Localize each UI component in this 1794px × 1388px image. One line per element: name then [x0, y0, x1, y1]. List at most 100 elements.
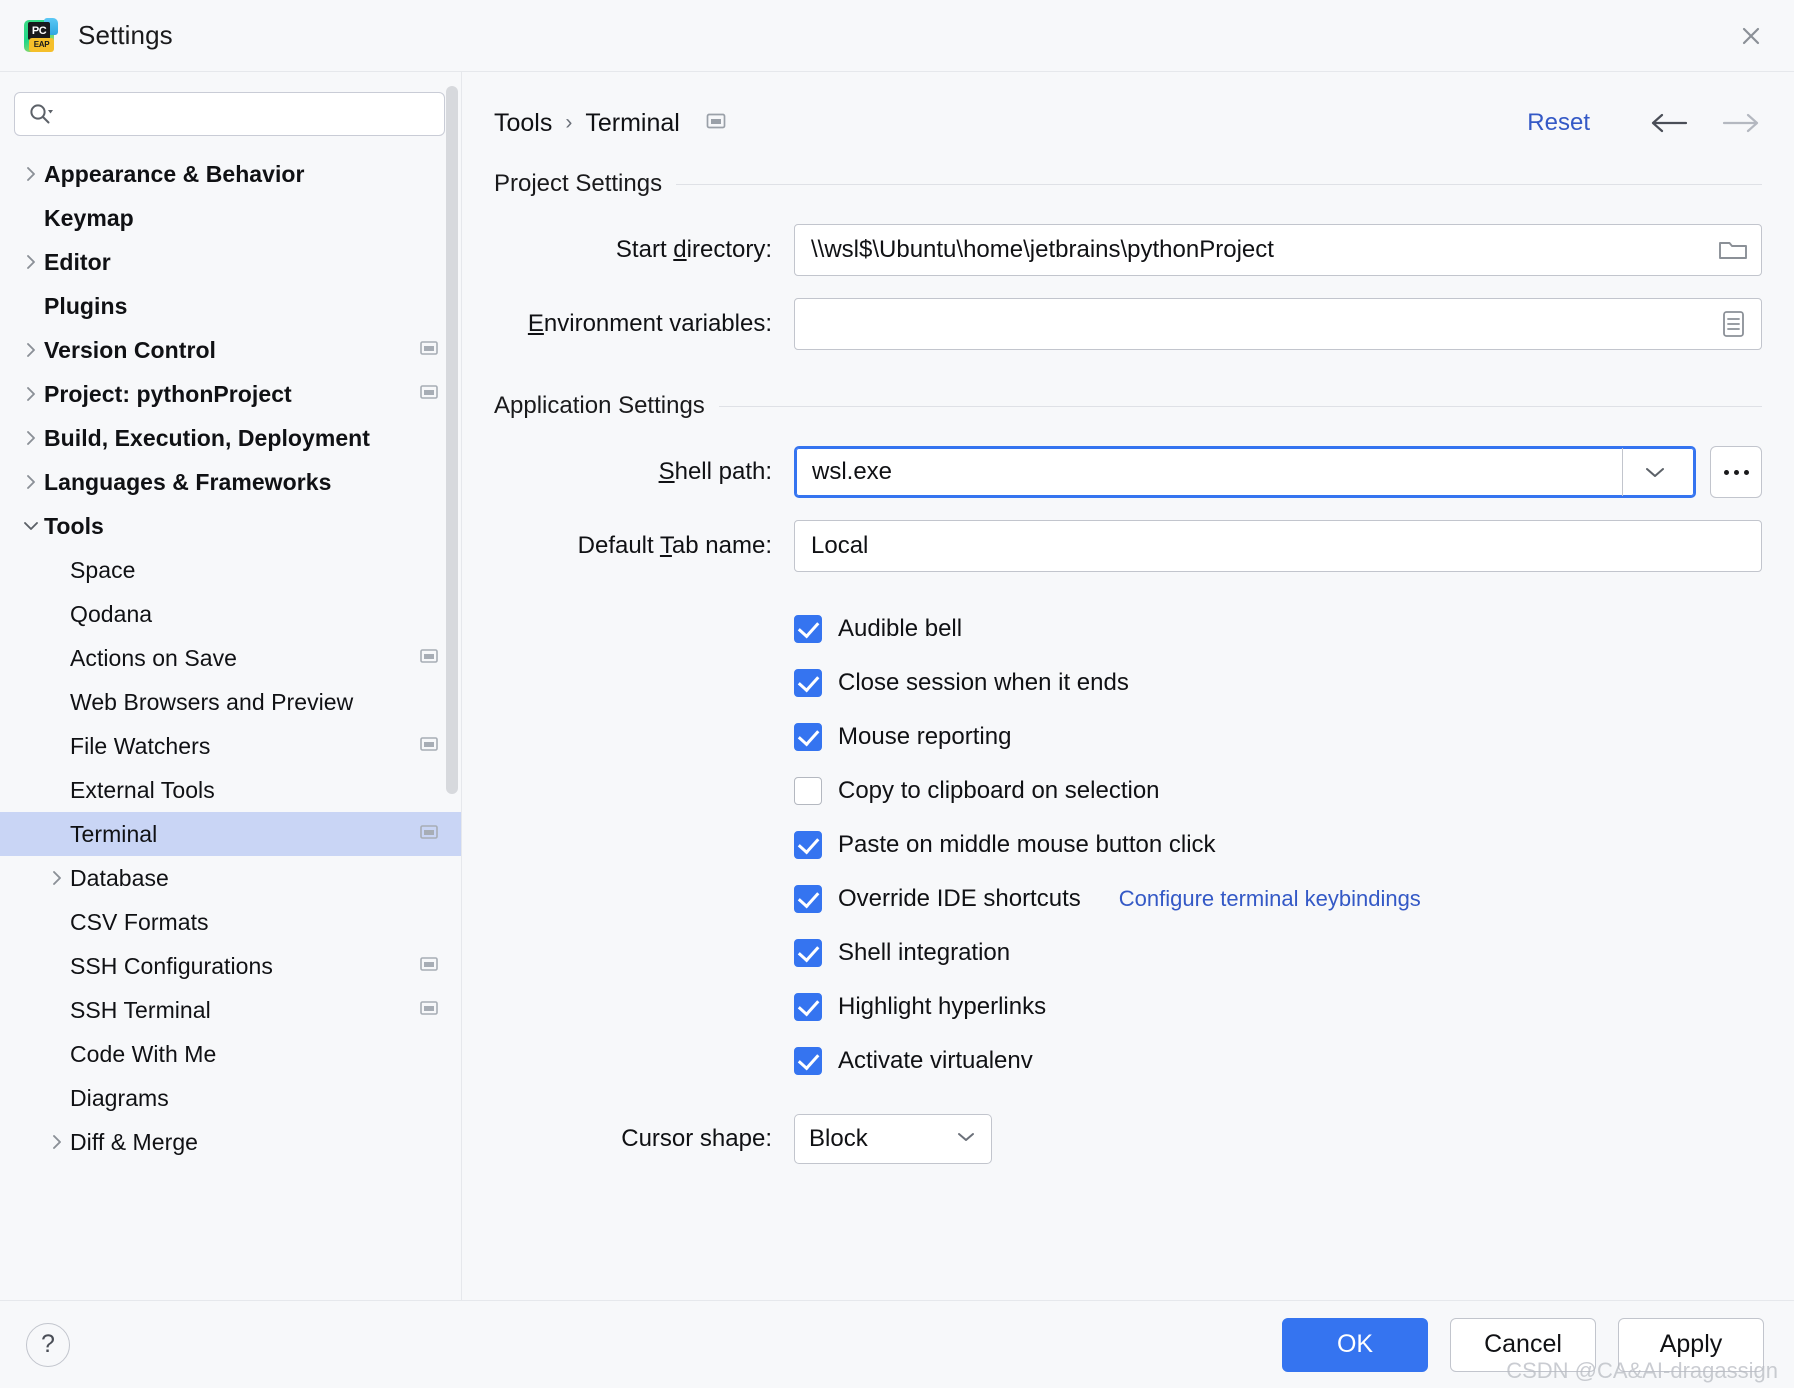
chevron-right-icon[interactable]: [18, 472, 44, 492]
checkbox-label[interactable]: Highlight hyperlinks: [838, 993, 1046, 1021]
sidebar-item-ssh-terminal[interactable]: SSH Terminal: [0, 988, 461, 1032]
checkbox-label[interactable]: Shell integration: [838, 939, 1010, 967]
cursor-shape-select[interactable]: Block: [794, 1114, 992, 1164]
sidebar-item-terminal[interactable]: Terminal: [0, 812, 461, 856]
chevron-right-icon[interactable]: [18, 384, 44, 404]
shell-path-input[interactable]: wsl.exe: [794, 446, 1696, 498]
sidebar-item-web-browsers-and-preview[interactable]: Web Browsers and Preview: [0, 680, 461, 724]
help-icon[interactable]: ?: [26, 1322, 70, 1367]
default-tab-name-input[interactable]: Local: [794, 520, 1762, 572]
settings-tree[interactable]: Appearance & Behavior Keymap Editor Plugins…: [0, 148, 461, 1300]
checkbox-label[interactable]: Close session when it ends: [838, 669, 1129, 697]
chevron-right-icon[interactable]: [18, 340, 44, 360]
checkbox-label[interactable]: Mouse reporting: [838, 723, 1011, 751]
start-directory-input[interactable]: \\wsl$\Ubuntu\home\jetbrains\pythonProje…: [794, 224, 1762, 276]
dialog-body: Appearance & Behavior Keymap Editor Plugins…: [0, 72, 1794, 1300]
environment-variables-input[interactable]: [794, 298, 1762, 350]
sidebar-item-diff-merge[interactable]: Diff & Merge: [0, 1120, 461, 1164]
checkbox-copy-to-clipboard-on-selection[interactable]: [794, 777, 822, 805]
chevron-right-icon[interactable]: [18, 252, 44, 272]
arrow-right-icon[interactable]: [1720, 110, 1762, 136]
checkbox-close-session-when-it-ends[interactable]: [794, 669, 822, 697]
breadcrumb-separator: ›: [565, 111, 573, 134]
chevron-right-icon[interactable]: [18, 164, 44, 184]
sidebar-item-languages-frameworks[interactable]: Languages & Frameworks: [0, 460, 461, 504]
sidebar-item-label: SSH Configurations: [70, 952, 273, 979]
sidebar-item-appearance-behavior[interactable]: Appearance & Behavior: [0, 152, 461, 196]
sidebar-item-space[interactable]: Space: [0, 548, 461, 592]
breadcrumb-item-tools[interactable]: Tools: [494, 109, 552, 138]
project-scope-icon: [419, 646, 439, 671]
checkbox-activate-virtualenv[interactable]: [794, 1047, 822, 1075]
checkbox-row: Close session when it ends: [494, 656, 1762, 710]
checkbox-label[interactable]: Copy to clipboard on selection: [838, 777, 1160, 805]
sidebar-item-code-with-me[interactable]: Code With Me: [0, 1032, 461, 1076]
checkbox-override-ide-shortcuts[interactable]: [794, 885, 822, 913]
dialog-footer: ? OK Cancel Apply CSDN @CA&AI-dragassign: [0, 1300, 1794, 1388]
chevron-right-icon[interactable]: [44, 1132, 70, 1152]
search-input[interactable]: [14, 92, 445, 136]
sidebar-item-label: Version Control: [44, 336, 216, 363]
sidebar-item-plugins[interactable]: Plugins: [0, 284, 461, 328]
sidebar-item-project-pythonproject[interactable]: Project: pythonProject: [0, 372, 461, 416]
sidebar-item-label: Appearance & Behavior: [44, 160, 305, 187]
sidebar-item-database[interactable]: Database: [0, 856, 461, 900]
breadcrumb: Tools › Terminal: [494, 109, 727, 138]
sidebar-item-build-execution-deployment[interactable]: Build, Execution, Deployment: [0, 416, 461, 460]
checkbox-shell-integration[interactable]: [794, 939, 822, 967]
checkbox-audible-bell[interactable]: [794, 615, 822, 643]
list-editor-icon[interactable]: [1713, 304, 1753, 344]
sidebar-item-label: Languages & Frameworks: [44, 468, 332, 495]
settings-sidebar: Appearance & Behavior Keymap Editor Plugins…: [0, 72, 462, 1300]
cancel-button[interactable]: Cancel: [1450, 1317, 1596, 1372]
project-scope-icon: [705, 110, 727, 137]
sidebar-item-label: CSV Formats: [70, 908, 209, 935]
chevron-right-icon[interactable]: [18, 428, 44, 448]
checkbox-mouse-reporting[interactable]: [794, 723, 822, 751]
chevron-down-icon[interactable]: [1622, 448, 1686, 496]
arrow-left-icon[interactable]: [1648, 110, 1690, 136]
sidebar-item-ssh-configurations[interactable]: SSH Configurations: [0, 944, 461, 988]
sidebar-item-tools[interactable]: Tools: [0, 504, 461, 548]
sidebar-item-label: Actions on Save: [70, 644, 237, 671]
checkbox-row: Highlight hyperlinks: [494, 980, 1762, 1034]
ok-button[interactable]: OK: [1282, 1317, 1428, 1372]
sidebar-item-version-control[interactable]: Version Control: [0, 328, 461, 372]
chevron-right-icon[interactable]: [44, 868, 70, 888]
sidebar-item-external-tools[interactable]: External Tools: [0, 768, 461, 812]
configure-terminal-keybindings-link[interactable]: Configure terminal keybindings: [1119, 886, 1421, 912]
sidebar-item-label: Code With Me: [70, 1040, 217, 1067]
sidebar-item-diagrams[interactable]: Diagrams: [0, 1076, 461, 1120]
sidebar-item-csv-formats[interactable]: CSV Formats: [0, 900, 461, 944]
sidebar-item-qodana[interactable]: Qodana: [0, 592, 461, 636]
checkbox-label[interactable]: Override IDE shortcuts: [838, 885, 1081, 913]
checkbox-paste-on-middle-mouse-button-click[interactable]: [794, 831, 822, 859]
chevron-down-icon[interactable]: [18, 518, 44, 534]
sidebar-item-keymap[interactable]: Keymap: [0, 196, 461, 240]
checkbox-label[interactable]: Activate virtualenv: [838, 1047, 1033, 1075]
sidebar-item-label: Qodana: [70, 600, 153, 627]
checkbox-label[interactable]: Audible bell: [838, 615, 962, 643]
ellipsis-icon: [1723, 469, 1729, 475]
sidebar-item-label: Editor: [44, 248, 111, 275]
apply-button[interactable]: Apply: [1618, 1317, 1764, 1372]
default-tab-name-label: Default Tab name:: [577, 532, 772, 559]
sidebar-item-file-watchers[interactable]: File Watchers: [0, 724, 461, 768]
shell-path-value: wsl.exe: [812, 458, 893, 485]
reset-button[interactable]: Reset: [1527, 109, 1590, 137]
sidebar-scroll-thumb[interactable]: [446, 86, 458, 794]
sidebar-scrollbar[interactable]: [446, 86, 458, 1290]
checkbox-label[interactable]: Paste on middle mouse button click: [838, 831, 1216, 859]
sidebar-item-actions-on-save[interactable]: Actions on Save: [0, 636, 461, 680]
pycharm-eap-icon: PC EAP: [22, 17, 60, 55]
chevron-down-icon: [955, 1130, 977, 1149]
sidebar-item-label: Diagrams: [70, 1084, 169, 1111]
checkbox-highlight-hyperlinks[interactable]: [794, 993, 822, 1021]
folder-icon[interactable]: [1713, 230, 1753, 270]
terminal-options-checklist: Audible bell Close session when it ends Mo…: [494, 602, 1762, 1088]
sidebar-item-label: Plugins: [44, 292, 128, 319]
shell-path-browse-button[interactable]: [1710, 446, 1762, 498]
sidebar-item-editor[interactable]: Editor: [0, 240, 461, 284]
sidebar-item-label: Space: [70, 556, 136, 583]
close-icon[interactable]: [1728, 13, 1774, 59]
